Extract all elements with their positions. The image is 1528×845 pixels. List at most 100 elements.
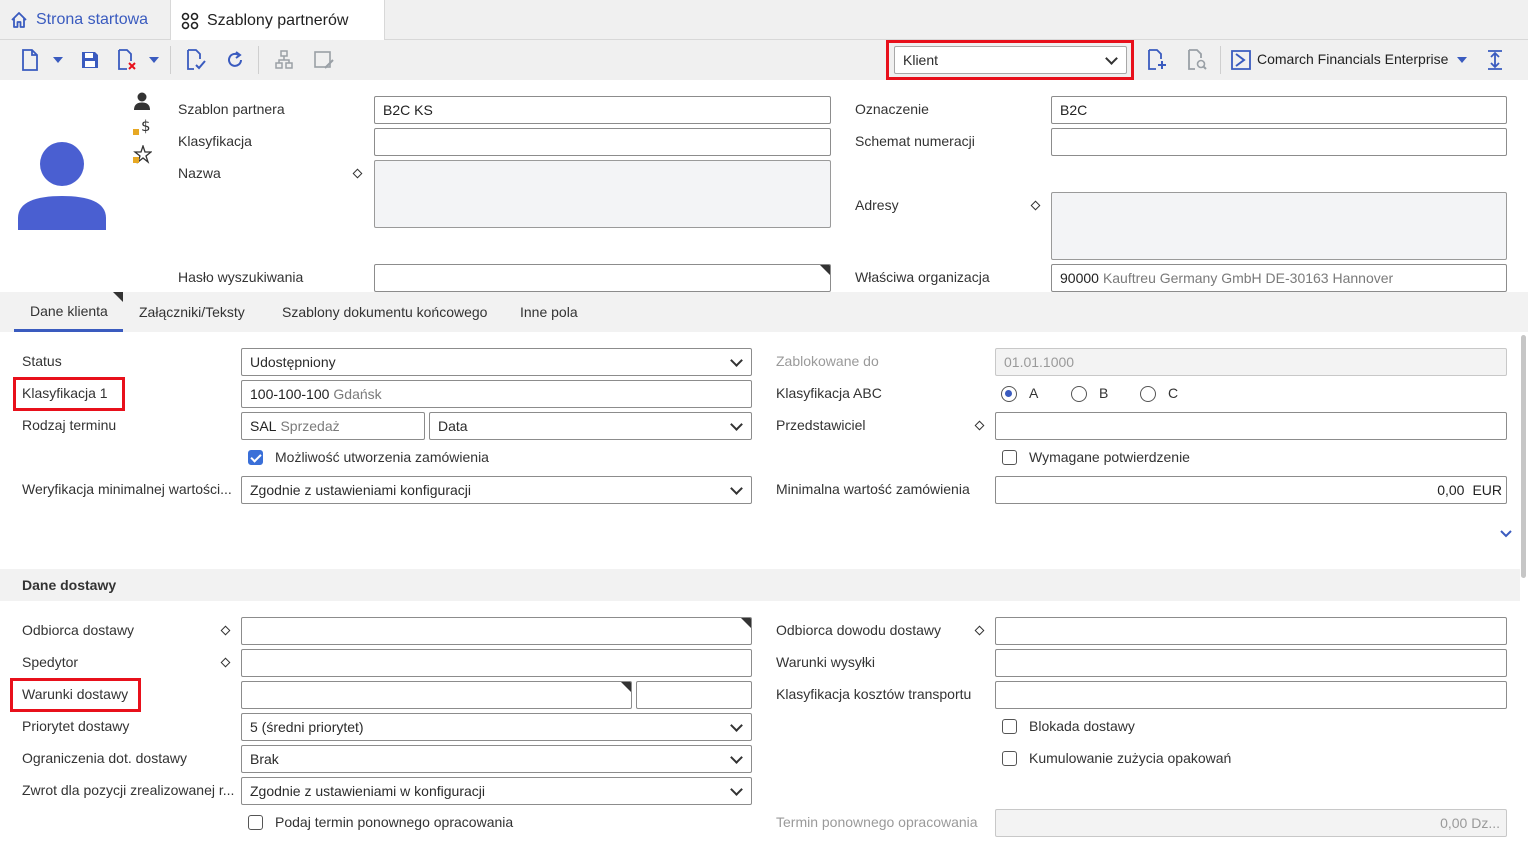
partner-template-field[interactable]: B2C KS [374, 96, 831, 124]
abc-classification-label: Klasyfikacja ABC [776, 385, 882, 401]
new-document-icon[interactable] [18, 48, 42, 72]
add-document-icon[interactable] [1145, 48, 1169, 72]
preview-document-icon[interactable] [1185, 48, 1209, 72]
abc-radio-a[interactable] [1001, 386, 1017, 402]
delivery-terms-field[interactable] [241, 681, 632, 709]
date-type-code: SAL [250, 418, 277, 434]
packaging-checkbox[interactable] [1002, 751, 1017, 766]
toolbar-separator [258, 46, 259, 74]
proof-recipient-field[interactable] [995, 617, 1507, 645]
tab-other-fields[interactable]: Inne pola [520, 292, 578, 332]
designation-label: Oznaczenie [855, 101, 929, 117]
min-value-check-label: Weryfikacja minimalnej wartości... [22, 481, 232, 497]
order-possible-label: Możliwość utworzenia zamówienia [275, 449, 489, 465]
tab-final-document-templates-label: Szablony dokumentu końcowego [282, 304, 488, 320]
home-icon [10, 11, 28, 29]
min-order-value: 0,00 [1437, 482, 1465, 498]
delivery-restrictions-value: Brak [250, 751, 279, 767]
status-select[interactable]: Udostępniony [241, 348, 752, 376]
finance-icon[interactable]: $ [132, 117, 152, 140]
order-possible-checkbox[interactable] [248, 450, 263, 465]
confirmation-required-checkbox[interactable] [1002, 450, 1017, 465]
classification1-field[interactable]: 100-100-100 Gdańsk [241, 380, 752, 408]
name-textarea[interactable] [374, 160, 831, 228]
rating-star-icon[interactable] [132, 143, 153, 168]
representative-field[interactable] [995, 412, 1507, 440]
transport-cost-field[interactable] [995, 681, 1507, 709]
hierarchy-icon[interactable] [272, 48, 296, 72]
new-dropdown-caret-icon[interactable] [53, 57, 63, 63]
blocked-until-value: 01.01.1000 [1004, 354, 1075, 370]
addresses-textarea[interactable] [1051, 192, 1507, 260]
organization-description: Kauftreu Germany GmbH DE-30163 Hannover [1102, 270, 1394, 286]
field-corner-marker [741, 618, 751, 628]
blocked-until-field: 01.01.1000 [995, 348, 1507, 376]
classification-field[interactable] [374, 128, 831, 156]
shipping-terms-field[interactable] [995, 649, 1507, 677]
tab-home[interactable]: Strona startowa [0, 0, 170, 40]
expand-vertical-icon[interactable] [1483, 48, 1507, 72]
delivery-recipient-field[interactable] [241, 617, 752, 645]
multilanguage-diamond-icon[interactable] [352, 168, 363, 179]
organization-field[interactable]: 90000 Kauftreu Germany GmbH DE-30163 Han… [1051, 264, 1507, 292]
numbering-scheme-label: Schemat numeracji [855, 133, 975, 149]
designation-field[interactable]: B2C [1051, 96, 1507, 124]
tab-final-document-templates[interactable]: Szablony dokumentu końcowego [282, 292, 487, 332]
delivery-section-title: Dane dostawy [22, 577, 117, 593]
person-icon[interactable] [132, 92, 152, 113]
representative-label: Przedstawiciel [776, 417, 866, 433]
edit-form-icon[interactable] [312, 48, 336, 72]
min-order-value-field[interactable]: 0,00 EUR [995, 476, 1507, 504]
transport-cost-label: Klasyfikacja kosztów transportu [776, 686, 972, 702]
refresh-icon[interactable] [223, 48, 247, 72]
tab-corner-marker [113, 292, 123, 302]
delivery-restrictions-label: Ograniczenia dot. dostawy [22, 750, 187, 766]
date-type-description: Sprzedaż [280, 418, 340, 434]
delete-document-icon[interactable] [115, 48, 139, 72]
scrollbar[interactable] [1521, 335, 1526, 578]
delivery-block-checkbox[interactable] [1002, 719, 1017, 734]
addresses-diamond-icon[interactable] [1030, 200, 1041, 211]
return-select[interactable]: Zgodnie z ustawieniami w konfiguracji [241, 777, 752, 805]
reprocess-date-field: 0,00 Dz... [995, 809, 1507, 837]
save-icon[interactable] [78, 48, 102, 72]
delivery-priority-select[interactable]: 5 (średni priorytet) [241, 713, 752, 741]
return-label: Zwrot dla pozycji zrealizowanej r... [22, 782, 235, 798]
tab-customer-data[interactable]: Dane klienta [14, 292, 123, 332]
delivery-restrictions-select[interactable]: Brak [241, 745, 752, 773]
highlight-frame [10, 678, 141, 712]
tab-attachments[interactable]: Załączniki/Teksty [139, 292, 245, 332]
date-type-field[interactable]: SAL Sprzedaż [241, 412, 425, 440]
environment-label[interactable]: Comarch Financials Enterprise [1257, 51, 1448, 67]
environment-dropdown-caret-icon[interactable] [1457, 57, 1467, 63]
reprocess-label: Podaj termin ponownego opracowania [275, 814, 514, 830]
partner-template-label: Szablon partnera [178, 101, 285, 117]
delivery-terms-extra-field[interactable] [636, 681, 752, 709]
numbering-scheme-field[interactable] [1051, 128, 1507, 156]
comarch-logo-icon [1230, 49, 1252, 71]
designation-value: B2C [1060, 102, 1088, 118]
delete-dropdown-caret-icon[interactable] [149, 57, 159, 63]
delivery-recipient-diamond-icon[interactable] [220, 625, 231, 636]
representative-diamond-icon[interactable] [974, 420, 985, 431]
tab-partner-templates[interactable]: Szablony partnerów [170, 0, 385, 41]
classification1-code: 100-100-100 [250, 386, 330, 402]
expand-chevron-icon[interactable] [1499, 526, 1513, 542]
forwarder-diamond-icon[interactable] [220, 657, 231, 668]
blocked-until-label: Zablokowane do [776, 353, 879, 369]
forwarder-field[interactable] [241, 649, 752, 677]
avatar [18, 140, 106, 230]
apps-grid-icon [181, 12, 199, 30]
min-value-check-select[interactable]: Zgodnie z ustawieniami konfiguracji [241, 476, 752, 504]
date-type-select[interactable]: Data [429, 412, 752, 440]
reprocess-date-label: Termin ponownego opracowania [776, 814, 978, 830]
delivery-block-label: Blokada dostawy [1029, 718, 1135, 734]
validate-document-icon[interactable] [184, 48, 208, 72]
abc-radio-a-label: A [1029, 385, 1039, 401]
reprocess-checkbox[interactable] [248, 815, 263, 830]
search-password-field[interactable] [374, 264, 831, 292]
abc-radio-b[interactable] [1071, 386, 1087, 402]
highlight-frame [13, 377, 125, 411]
abc-radio-c[interactable] [1140, 386, 1156, 402]
proof-recipient-diamond-icon[interactable] [974, 625, 985, 636]
